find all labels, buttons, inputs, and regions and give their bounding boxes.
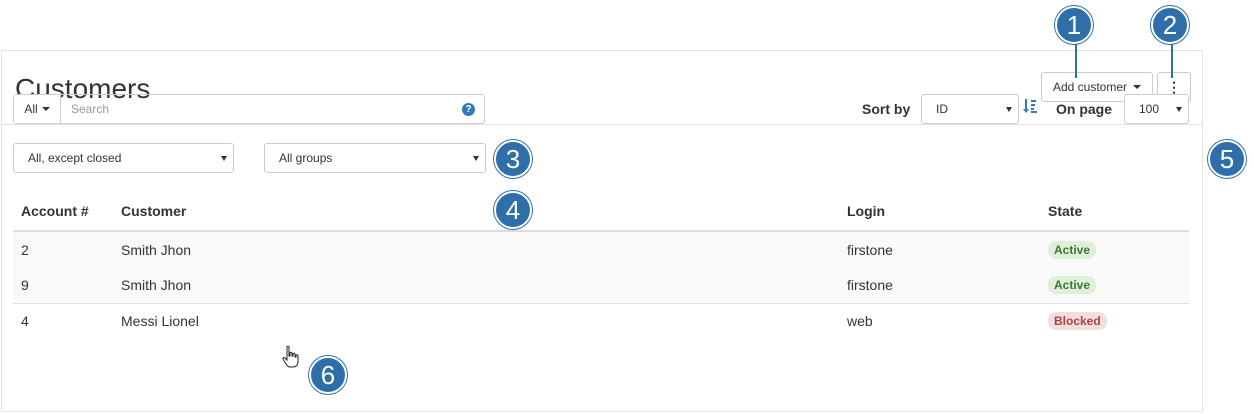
chevron-down-icon — [1133, 85, 1142, 89]
dropdown-arrow-icon — [1176, 107, 1182, 112]
table-row[interactable]: 4 Messi Lionel web Blocked — [13, 303, 1189, 339]
table-header-row: Account # Customer Login State — [13, 192, 1189, 232]
column-header-state[interactable]: State — [1040, 192, 1189, 232]
table-row[interactable]: 2 Smith Jhon firstone Active — [13, 231, 1189, 267]
hand-cursor-icon — [282, 345, 299, 368]
cell-login: firstone — [839, 231, 1040, 267]
sort-by-label: Sort by — [862, 101, 911, 117]
callout-3: 3 — [494, 140, 532, 178]
sort-direction-icon[interactable] — [1023, 98, 1037, 114]
callout-5: 5 — [1208, 140, 1246, 178]
search-scope-dropdown[interactable]: All — [14, 95, 61, 123]
cell-login: web — [847, 313, 873, 330]
group-filter-select[interactable]: All groups — [264, 143, 486, 173]
chevron-down-icon — [41, 107, 50, 111]
dropdown-arrow-icon — [221, 156, 227, 161]
column-header-account[interactable]: Account # — [13, 192, 113, 232]
kebab-menu-icon: ⋮ — [1167, 78, 1181, 95]
cell-customer: Messi Lionel — [121, 313, 199, 330]
column-header-login[interactable]: Login — [839, 192, 1040, 232]
cell-login: firstone — [839, 267, 1040, 304]
cell-state: Active — [1040, 267, 1189, 304]
callout-line-2 — [1171, 44, 1173, 78]
dropdown-arrow-icon — [473, 156, 479, 161]
status-filter-select[interactable]: All, except closed — [13, 143, 234, 173]
search-input[interactable] — [61, 95, 462, 123]
callout-line-1 — [1075, 44, 1077, 78]
dropdown-arrow-icon — [1006, 107, 1012, 112]
callout-1: 1 — [1055, 6, 1093, 44]
cell-state: Active — [1040, 231, 1189, 267]
cell-customer: Smith Jhon — [113, 231, 839, 267]
cell-account: 4 — [21, 313, 29, 330]
on-page-label: On page — [1056, 101, 1113, 117]
status-badge: Active — [1048, 240, 1097, 259]
status-badge: Active — [1048, 275, 1097, 294]
sort-by-value: ID — [936, 102, 948, 116]
cell-state: Blocked — [1040, 303, 1189, 339]
sort-by-select[interactable]: ID — [921, 94, 1019, 124]
status-filter-value: All, except closed — [28, 151, 122, 165]
column-header-customer[interactable]: Customer — [113, 192, 839, 232]
add-customer-label: Add customer — [1052, 80, 1128, 94]
search-scope-label: All — [24, 102, 38, 116]
page-size-value: 100 — [1139, 102, 1160, 116]
cell-account: 9 — [13, 267, 113, 304]
help-icon[interactable]: ? — [462, 103, 475, 116]
callout-4: 4 — [494, 191, 532, 229]
group-filter-value: All groups — [279, 151, 333, 165]
table-row[interactable]: 9 Smith Jhon firstone Active — [13, 267, 1189, 304]
search-group: All ? — [13, 94, 485, 124]
page-size-select[interactable]: 100 — [1124, 94, 1189, 124]
callout-2: 2 — [1151, 6, 1189, 44]
customers-table: Account # Customer Login State 2 Smith J… — [13, 192, 1189, 339]
cell-account: 2 — [13, 231, 113, 267]
cell-customer: Smith Jhon — [113, 267, 839, 304]
status-badge: Blocked — [1048, 312, 1107, 331]
callout-6: 6 — [309, 356, 347, 394]
